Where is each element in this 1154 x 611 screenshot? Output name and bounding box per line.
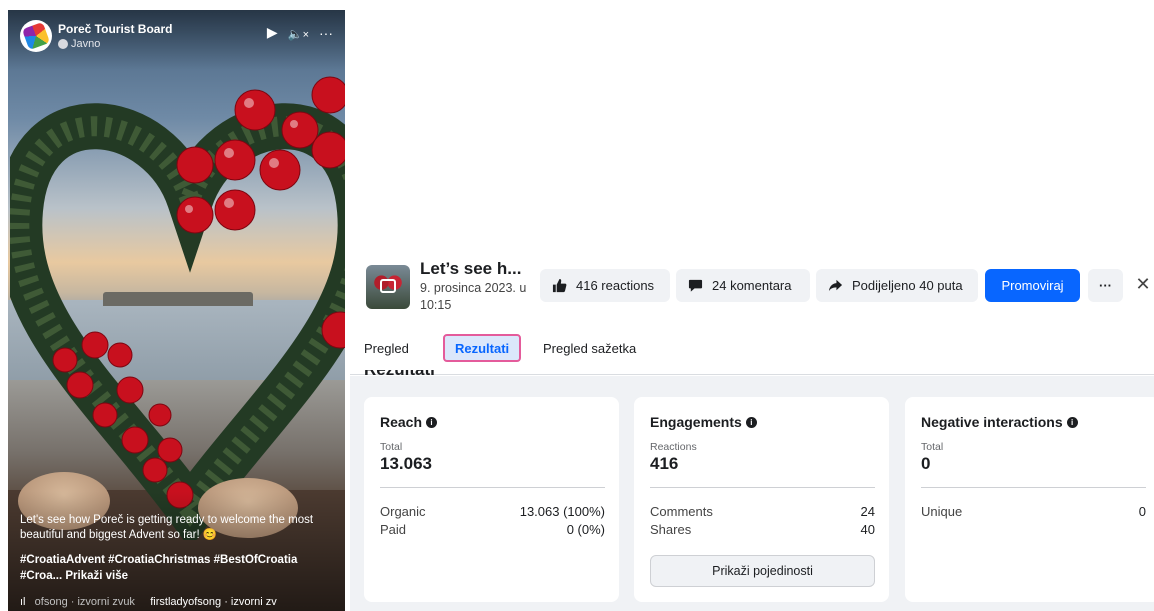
- results-heading: Rezultati: [364, 370, 435, 382]
- info-icon[interactable]: i: [745, 416, 757, 428]
- mute-mark: ×: [302, 28, 309, 41]
- reel-icon: [380, 279, 396, 293]
- negative-title: Negative interactions i: [921, 414, 1078, 430]
- divider: [921, 487, 1146, 488]
- engagements-reactions-value: 416: [650, 454, 679, 473]
- post-title: Let’s see h...: [420, 259, 522, 278]
- play-icon[interactable]: ▶: [267, 24, 278, 41]
- show-details-button[interactable]: Prikaži pojedinosti: [650, 555, 875, 587]
- reel-video[interactable]: Poreč Tourist Board Javno ▶ 🔈× ··· Let's…: [8, 10, 345, 611]
- row-label: Paid: [380, 522, 407, 537]
- reach-sub-label: Total: [380, 441, 403, 453]
- comment-icon: [688, 279, 703, 292]
- reactions-button[interactable]: 416 reactions: [540, 269, 670, 302]
- row-label: Comments: [650, 504, 713, 519]
- tab-results[interactable]: Rezultati: [443, 334, 522, 362]
- close-icon[interactable]: ✕: [1133, 274, 1153, 295]
- reach-row-paid: Paid 0 (0%): [380, 522, 605, 537]
- video-caption: Let's see how Poreč is getting ready to …: [20, 514, 314, 541]
- video-bottom-overlay: [8, 491, 345, 611]
- negative-sub-label: Total: [921, 441, 944, 453]
- share-arrow-icon: [828, 279, 843, 292]
- tourist-board-logo-icon: [21, 21, 51, 51]
- engagements-card: Engagements i Reactions 416 Comments 24 …: [634, 397, 889, 602]
- negative-row-unique: Unique 0: [921, 504, 1146, 519]
- video-controls: ▶ 🔈× ···: [267, 24, 333, 41]
- tab-summary-overview[interactable]: Pregled sažetka: [543, 334, 636, 362]
- divider: [380, 487, 605, 488]
- reach-title-text: Reach: [380, 414, 423, 430]
- shares-button[interactable]: Podijeljeno 40 puta: [816, 269, 978, 302]
- reach-row-organic: Organic 13.063 (100%): [380, 504, 605, 519]
- reach-title: Reach i: [380, 414, 438, 430]
- row-value: 0: [1138, 504, 1146, 519]
- heart-decoration: [8, 70, 345, 550]
- comments-button[interactable]: 24 komentara: [676, 269, 810, 302]
- reach-card: Reach i Total 13.063 Organic 13.063 (100…: [364, 397, 619, 602]
- hashtags-text[interactable]: #CroatiaAdvent #CroatiaChristmas #BestOf…: [20, 554, 297, 582]
- audio-track-left: ofsong · izvorni zvuk: [34, 596, 135, 608]
- insights-tabs: Pregled Rezultati Pregled sažetka: [350, 329, 1154, 375]
- page-avatar[interactable]: [20, 20, 52, 52]
- negative-interactions-card: Negative interactions i Total 0 Unique 0: [905, 397, 1154, 602]
- engagements-row-shares: Shares 40: [650, 522, 875, 537]
- page-name[interactable]: Poreč Tourist Board: [58, 22, 172, 36]
- screen: Poreč Tourist Board Javno ▶ 🔈× ··· Let's…: [0, 0, 1154, 611]
- promote-button[interactable]: Promoviraj: [985, 269, 1080, 302]
- row-value: 0 (0%): [566, 522, 605, 537]
- thumbs-up-icon: [552, 278, 567, 293]
- row-value: 40: [860, 522, 875, 537]
- privacy-label: Javno: [58, 38, 100, 50]
- negative-total-value: 0: [921, 454, 931, 473]
- info-icon[interactable]: i: [1066, 416, 1078, 428]
- privacy-text: Javno: [71, 38, 101, 50]
- insights-panel: Let’s see h... 9. prosinca 2023. u 10:15…: [350, 229, 1154, 611]
- row-label: Unique: [921, 504, 963, 519]
- show-more-link[interactable]: Prikaži više: [65, 570, 128, 582]
- mute-icon[interactable]: 🔈×: [288, 25, 309, 41]
- engagements-row-comments: Comments 24: [650, 504, 875, 519]
- post-thumbnail: [366, 265, 410, 309]
- more-options-button[interactable]: ···: [1088, 269, 1123, 302]
- row-value: 24: [860, 504, 875, 519]
- reach-total-value: 13.063: [380, 454, 432, 473]
- engagements-sub-label: Reactions: [650, 441, 697, 453]
- audio-attribution[interactable]: ıl ofsong · izvorni zvuk firstladyofsong…: [20, 596, 277, 608]
- shares-label: Podijeljeno 40 puta: [852, 278, 963, 293]
- engagements-title-text: Engagements: [650, 414, 742, 430]
- post-date: 9. prosinca 2023. u 10:15: [420, 281, 527, 312]
- info-icon[interactable]: i: [426, 416, 438, 428]
- row-label: Organic: [380, 504, 426, 519]
- volume-icon: 🔈: [287, 26, 303, 41]
- divider: [650, 487, 875, 488]
- comments-label: 24 komentara: [712, 278, 792, 293]
- row-label: Shares: [650, 522, 692, 537]
- tab-overview[interactable]: Pregled: [364, 334, 409, 362]
- results-section[interactable]: Rezultati Reach i Total 13.063 Organic 1…: [350, 370, 1154, 611]
- audio-track-right: firstladyofsong · izvorni zv: [150, 596, 277, 608]
- engagements-title: Engagements i: [650, 414, 757, 430]
- globe-icon: [58, 39, 68, 49]
- negative-title-text: Negative interactions: [921, 414, 1063, 430]
- row-value: 13.063 (100%): [519, 504, 605, 519]
- video-more-icon[interactable]: ···: [319, 25, 333, 41]
- video-hashtags: #CroatiaAdvent #CroatiaChristmas #BestOf…: [20, 552, 340, 584]
- audio-wave-icon: ıl: [20, 596, 26, 608]
- reactions-label: 416 reactions: [576, 278, 655, 293]
